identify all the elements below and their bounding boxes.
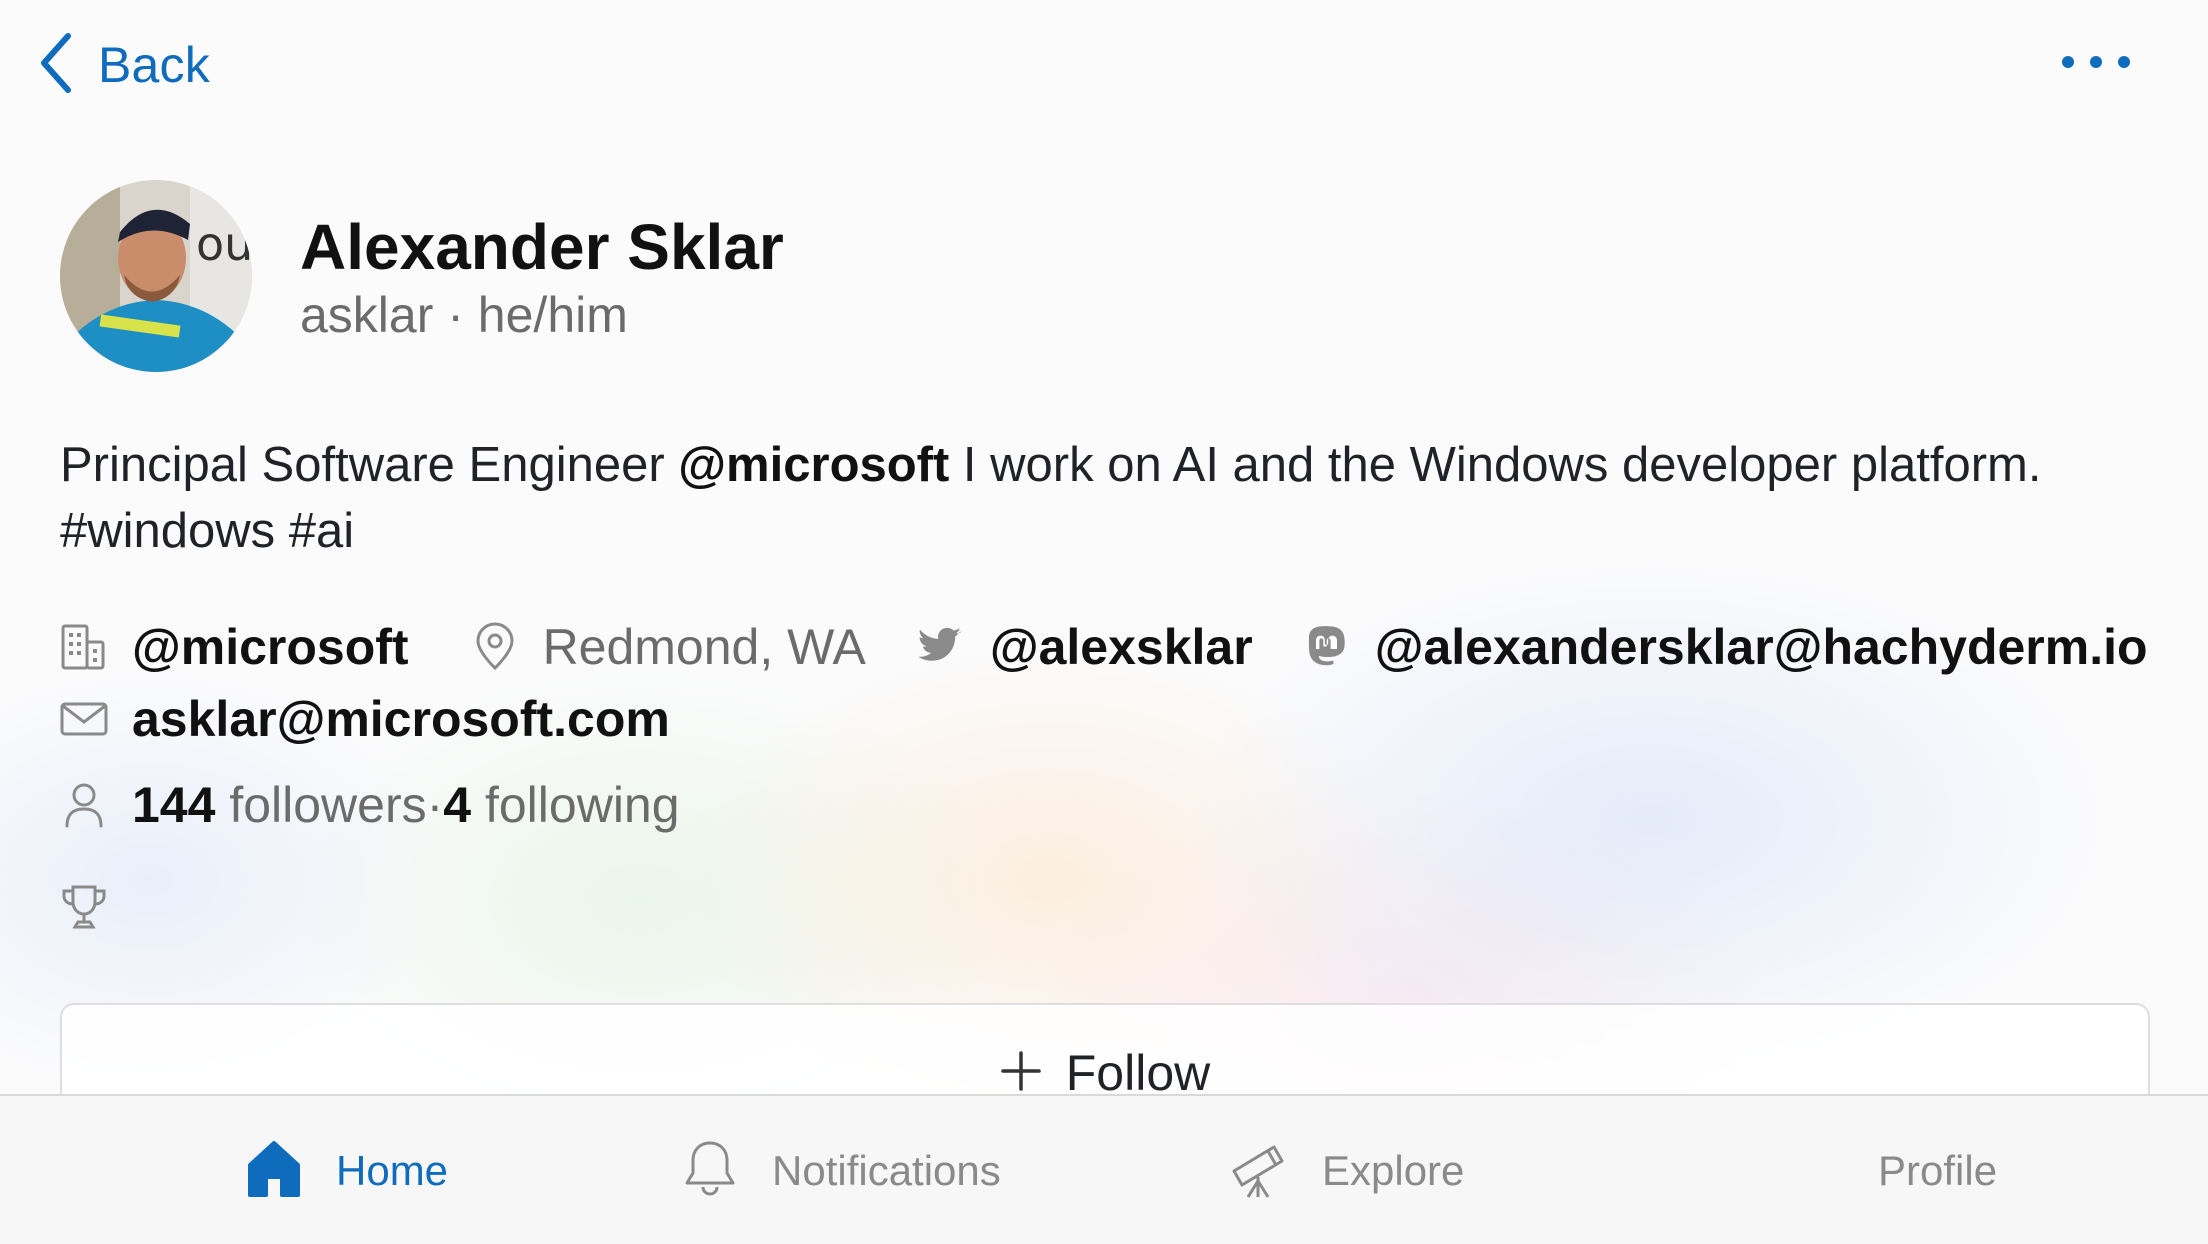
more-options-button[interactable]	[2062, 44, 2130, 80]
plus-icon	[1000, 1050, 1042, 1097]
followers-count: 144	[132, 777, 216, 833]
chevron-left-icon	[36, 32, 76, 99]
mastodon-link[interactable]: @alexandersklar@hachyderm.io	[1375, 618, 2148, 676]
twitter-link[interactable]: @alexsklar	[990, 618, 1253, 676]
back-label: Back	[98, 37, 210, 93]
bio-text: Principal Software Engineer	[60, 438, 679, 492]
tab-profile-label: Profile	[1878, 1147, 1998, 1194]
tab-home[interactable]: Home	[242, 1136, 448, 1206]
follow-stats-row: 144 followers · 4 following	[58, 770, 680, 840]
back-button[interactable]: Back	[36, 30, 210, 100]
followers-label: followers	[215, 777, 427, 833]
trophy-icon[interactable]	[58, 881, 110, 933]
display-name: Alexander Sklar	[300, 211, 784, 283]
location-pin-icon	[469, 621, 521, 673]
avatar: ou	[60, 180, 252, 372]
more-horizontal-icon	[2062, 56, 2074, 68]
tab-notifications-label: Notifications	[772, 1147, 1001, 1194]
handle-pronouns: asklar · he/him	[300, 287, 628, 343]
tab-notifications[interactable]: Notifications	[678, 1136, 1001, 1206]
email-row: asklar@microsoft.com	[58, 684, 670, 754]
tab-explore-label: Explore	[1322, 1147, 1465, 1194]
twitter-icon	[916, 621, 968, 673]
tab-explore[interactable]: Explore	[1228, 1136, 1464, 1206]
bio: Principal Software Engineer @microsoft I…	[60, 432, 2170, 564]
tab-home-label: Home	[336, 1147, 449, 1194]
tab-profile[interactable]: Profile	[1848, 1136, 1997, 1206]
bio-text-continued: I work on AI and the Windows developer p…	[949, 438, 2042, 492]
location-text: Redmond, WA	[542, 619, 866, 675]
following-label: following	[471, 777, 680, 833]
building-icon	[58, 621, 110, 673]
following-count: 4	[443, 777, 472, 833]
bottom-tab-bar: Home Notifications Explore Profile	[0, 1094, 2208, 1244]
mastodon-icon	[1301, 621, 1353, 673]
stats-separator: ·	[426, 777, 444, 833]
home-icon	[242, 1137, 306, 1206]
bell-icon	[678, 1137, 742, 1206]
bio-hashtags[interactable]: #windows #ai	[60, 504, 354, 558]
achievements-row	[58, 872, 110, 942]
mail-icon	[58, 693, 110, 745]
following-link[interactable]: 4 following	[443, 776, 679, 834]
telescope-icon	[1228, 1137, 1292, 1206]
bio-mention-link[interactable]: @microsoft	[678, 438, 949, 492]
email-link[interactable]: asklar@microsoft.com	[132, 690, 670, 748]
company-link[interactable]: @microsoft	[132, 618, 409, 676]
person-icon	[58, 779, 110, 831]
profile-meta-row: @microsoft Redmond, WA @alexsklar @alexa…	[58, 612, 2148, 682]
followers-link[interactable]: 144 followers	[132, 776, 427, 834]
